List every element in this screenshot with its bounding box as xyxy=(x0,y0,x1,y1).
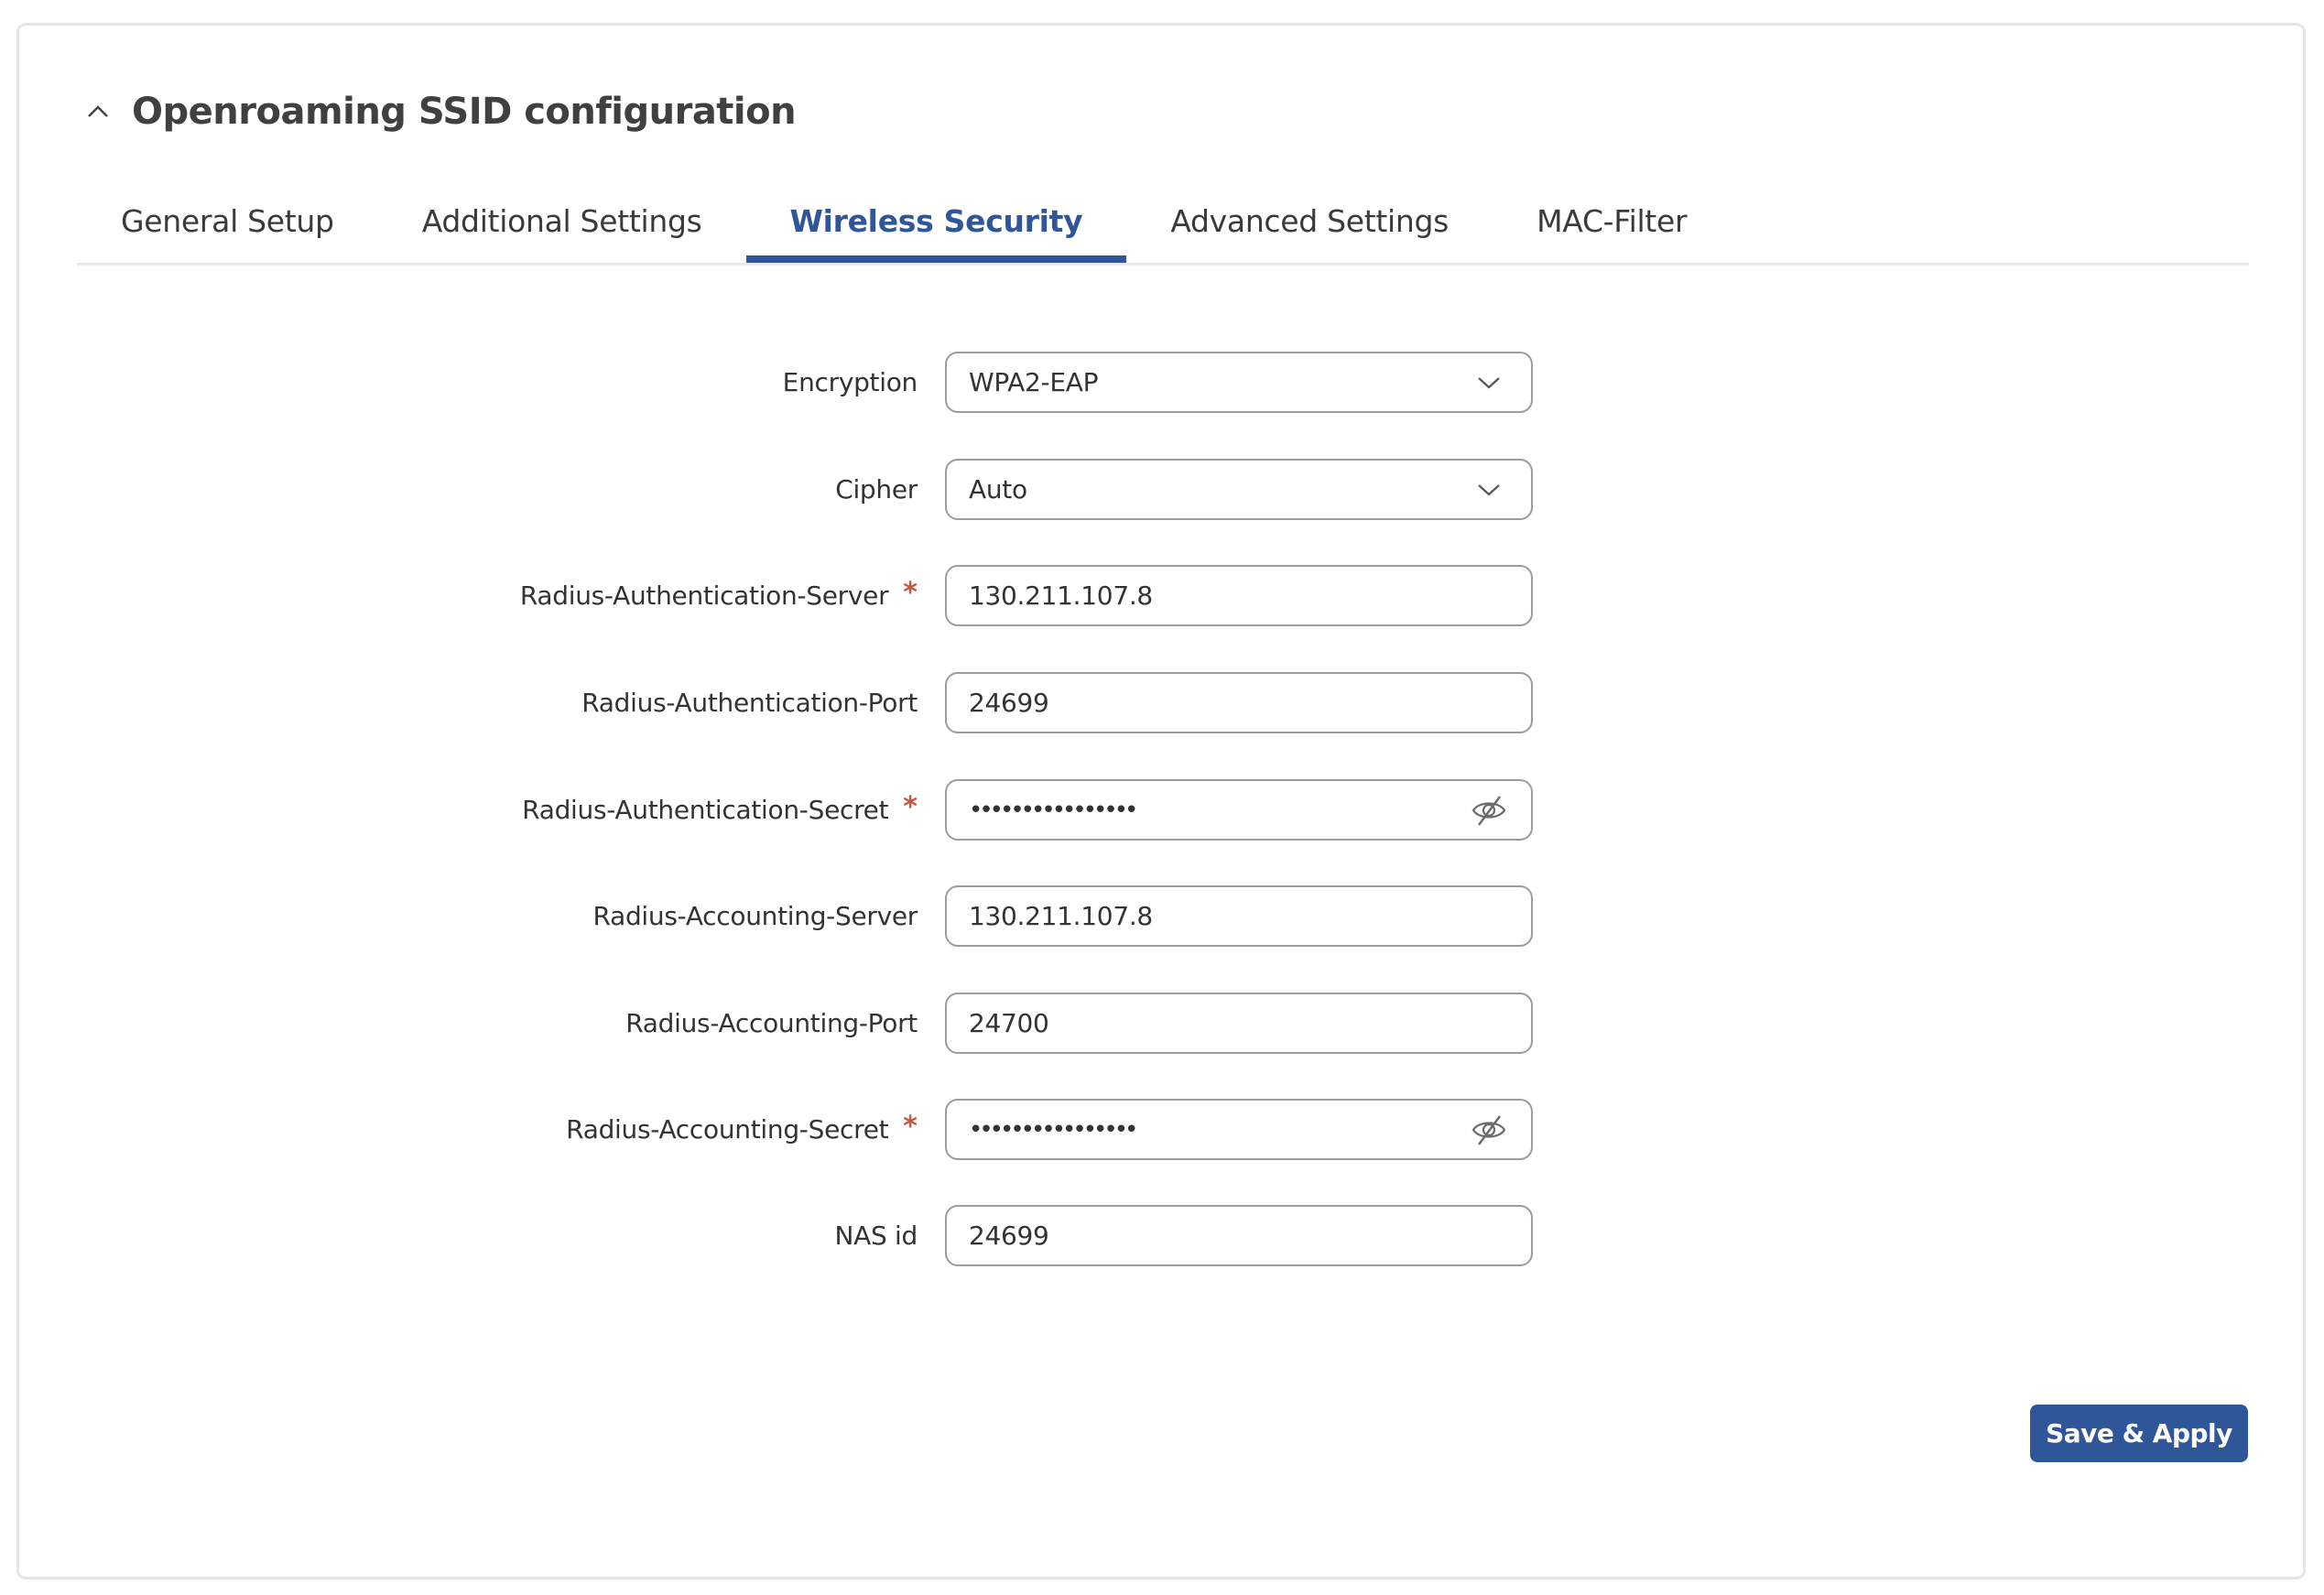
radius-auth-secret-row: Radius-Authentication-Secret * •••••••••… xyxy=(0,779,2324,841)
radius-acct-server-label: Radius-Accounting-Server xyxy=(592,901,918,931)
radius-auth-port-field[interactable] xyxy=(945,672,1533,733)
radius-auth-server-input[interactable] xyxy=(947,568,1463,624)
cipher-label-wrap: Cipher xyxy=(835,459,918,520)
radius-acct-secret-row: Radius-Accounting-Secret * •••••••••••••… xyxy=(0,1099,2324,1160)
save-apply-button[interactable]: Save & Apply xyxy=(2030,1405,2248,1462)
required-marker: * xyxy=(903,1111,918,1143)
radius-auth-server-field[interactable] xyxy=(945,565,1533,626)
nas-id-label-wrap: NAS id xyxy=(834,1205,918,1266)
radius-auth-secret-field[interactable]: •••••••••••••••• xyxy=(945,779,1533,841)
tab-mac-filter[interactable]: MAC-Filter xyxy=(1493,183,1731,258)
radius-auth-server-row: Radius-Authentication-Server * xyxy=(0,565,2324,626)
encryption-select[interactable]: WPA2-EAP xyxy=(945,352,1533,413)
cipher-label: Cipher xyxy=(835,474,918,505)
radius-auth-secret-label: Radius-Authentication-Secret xyxy=(522,795,889,825)
eye-off-icon[interactable] xyxy=(1469,790,1509,830)
radius-acct-port-label: Radius-Accounting-Port xyxy=(625,1008,918,1038)
radius-acct-port-field[interactable] xyxy=(945,993,1533,1054)
encryption-label: Encryption xyxy=(782,367,918,397)
radius-acct-secret-field[interactable]: •••••••••••••••• xyxy=(945,1099,1533,1160)
encryption-label-wrap: Encryption xyxy=(783,352,918,413)
tab-general-setup[interactable]: General Setup xyxy=(77,183,378,258)
chevron-down-icon[interactable] xyxy=(1469,363,1509,403)
tab-wireless-security[interactable]: Wireless Security xyxy=(745,183,1127,263)
nas-id-label: NAS id xyxy=(834,1221,918,1251)
radius-auth-port-label-wrap: Radius-Authentication-Port xyxy=(581,672,918,733)
cipher-select[interactable]: Auto xyxy=(945,459,1533,520)
cipher-value: Auto xyxy=(969,474,1027,505)
radius-auth-port-input[interactable] xyxy=(947,675,1463,731)
encryption-value: WPA2-EAP xyxy=(969,367,1099,397)
radius-auth-server-label: Radius-Authentication-Server xyxy=(519,580,889,611)
radius-acct-server-input[interactable] xyxy=(947,888,1463,944)
cipher-row: Cipher Auto xyxy=(0,459,2324,520)
radius-acct-server-field[interactable] xyxy=(945,885,1533,947)
radius-acct-port-input[interactable] xyxy=(947,995,1463,1051)
section-title: Openroaming SSID configuration xyxy=(132,91,797,133)
chevron-up-icon[interactable] xyxy=(84,98,112,125)
radius-auth-secret-input[interactable]: •••••••••••••••• xyxy=(947,797,1138,824)
nas-id-row: NAS id xyxy=(0,1205,2324,1266)
radius-acct-secret-label: Radius-Accounting-Secret xyxy=(566,1114,889,1145)
radius-acct-server-row: Radius-Accounting-Server xyxy=(0,885,2324,947)
section-header[interactable]: Openroaming SSID configuration xyxy=(84,84,797,139)
chevron-down-icon[interactable] xyxy=(1469,470,1509,510)
radius-acct-port-row: Radius-Accounting-Port xyxy=(0,993,2324,1054)
required-marker: * xyxy=(903,577,918,609)
radius-acct-secret-label-wrap: Radius-Accounting-Secret * xyxy=(566,1099,918,1160)
radius-acct-port-label-wrap: Radius-Accounting-Port xyxy=(625,993,918,1054)
radius-auth-port-row: Radius-Authentication-Port xyxy=(0,672,2324,733)
required-marker: * xyxy=(903,791,918,823)
tab-advanced-settings[interactable]: Advanced Settings xyxy=(1126,183,1493,258)
nas-id-input[interactable] xyxy=(947,1208,1463,1264)
encryption-row: Encryption WPA2-EAP xyxy=(0,352,2324,413)
radius-auth-server-label-wrap: Radius-Authentication-Server * xyxy=(520,565,918,626)
radius-auth-port-label: Radius-Authentication-Port xyxy=(581,688,918,718)
tab-additional-settings[interactable]: Additional Settings xyxy=(378,183,746,258)
tab-bar: General Setup Additional Settings Wirele… xyxy=(77,183,2249,266)
radius-auth-secret-label-wrap: Radius-Authentication-Secret * xyxy=(522,779,918,841)
nas-id-field[interactable] xyxy=(945,1205,1533,1266)
radius-acct-secret-input[interactable]: •••••••••••••••• xyxy=(947,1116,1138,1144)
eye-off-icon[interactable] xyxy=(1469,1110,1509,1150)
radius-acct-server-label-wrap: Radius-Accounting-Server xyxy=(593,885,918,947)
